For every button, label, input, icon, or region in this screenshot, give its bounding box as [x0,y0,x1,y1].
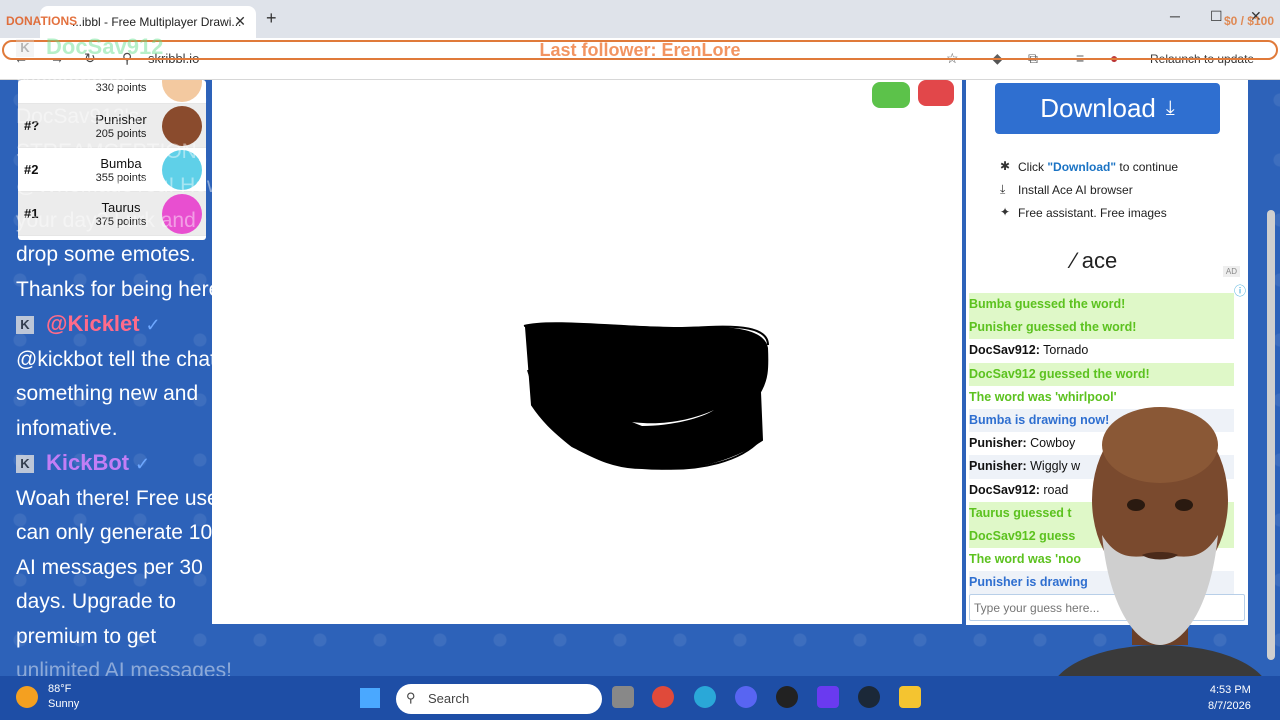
kick-message-line: your day? Lurk and [16,208,196,232]
download-icon: ⤓ [1165,97,1175,119]
weather-widget[interactable]: 88°F Sunny [48,682,79,712]
ad-line-1-highlight: "Download" [1047,160,1117,174]
chat-message: DocSav912: Tornado [969,339,1234,362]
kick-message-line: AI messages per 30 [16,555,203,579]
kick-message-line: can only generate 100 [16,521,224,544]
new-tab-icon[interactable]: + [266,8,277,29]
chat-text: Bumba guessed the word! [969,297,1126,311]
chat-message: DocSav912 guessed the word! [969,362,1234,386]
kick-chat-overlay: K DocSav912 Welcome to DocSav912's STREAM… [16,30,286,689]
ad-line-3: Free assistant. Free images [1018,206,1167,220]
taskbar-search[interactable]: ⚲ Search [396,684,602,714]
kick-message-line: infomative. [16,416,118,440]
search-icon: ⚲ [406,690,416,705]
weather-icon [16,686,38,708]
kick-message-line: @kickbot tell the chat [16,347,216,371]
sparkle-icon: ✦ [1000,205,1011,219]
kick-username: DocSav912 [46,34,164,59]
chat-text: Tornado [1039,343,1089,358]
search-label: Search [428,691,470,706]
chat-author: Punisher: [969,436,1027,451]
download-button[interactable]: Download ⤓ [995,83,1220,134]
start-icon[interactable] [360,688,380,708]
kick-message: K DocSav912 [16,30,286,66]
donation-goal: $0 / $100 [1223,14,1274,28]
chat-author: DocSav912: [969,482,1040,497]
verified-icon: ✓ [145,315,161,335]
download-small-icon: ⤓ [1000,182,1006,196]
kick-message: K KickBot ✓ [16,446,286,482]
clock-date: 8/7/2026 [1208,700,1251,712]
ace-brand: ace [1081,248,1118,273]
ad-line-1-post: to continue [1116,160,1179,174]
drawing-canvas[interactable] [212,80,962,624]
kick-message-line: premium to get [16,624,157,648]
kick-message: K @Kicklet ✓ [16,307,286,343]
kick-username: KickBot [46,450,130,475]
kick-message-line: DocSav912's [16,105,140,128]
kick-message-line: drop some emotes. [16,243,196,266]
kick-icon: K [16,316,34,335]
close-tab-icon[interactable]: ✕ [234,13,246,30]
kick-message-line: STREAMCEPTION, [16,139,203,163]
thumbs-up-icon[interactable] [872,82,910,108]
kick-message-line: Woah there! Free users [16,486,237,510]
chat-author: DocSav912: [969,343,1040,358]
kick-message-line: @WhoMadeYou! How's [16,174,237,197]
chat-message: Bumba guessed the word! [969,293,1234,317]
info-icon[interactable]: ⓘ [1234,282,1246,299]
download-label: Download [1040,93,1156,123]
chat-text: The word was 'whirlpool' [969,389,1117,404]
webcam-avatar [1050,407,1270,705]
ace-logo[interactable]: ⁄ ace [1072,248,1117,274]
chat-author: Punisher: [969,459,1027,474]
chrome-icon[interactable] [652,686,674,708]
taskbar: 88°F Sunny ⚲ Search 4:53 PM 8/7/2026 [0,676,1280,720]
minimize-icon[interactable]: ─ [1170,8,1180,24]
ad-badge: AD [1222,266,1240,277]
ad-line-1: Click "Download" to continue [1018,160,1178,174]
file-explorer-icon[interactable] [899,686,921,708]
weather-desc: Sunny [48,698,80,710]
ad-line-2: Install Ace AI browser [1018,183,1133,197]
ad-line-1-pre: Click [1018,160,1048,174]
maximize-icon[interactable]: ☐ [1210,8,1223,25]
kick-username: @Kicklet [46,311,140,336]
ace-logo-icon: ⁄ [1072,248,1082,273]
chat-text: DocSav912 guessed the word! [969,366,1150,381]
kick-message-line: Welcome to [16,70,127,94]
clock-time: 4:53 PM [1209,684,1251,696]
system-clock[interactable]: 4:53 PM 8/7/2026 [1208,682,1251,714]
obs-icon[interactable] [776,686,798,708]
edge-icon[interactable] [694,686,716,708]
cursor-click-icon: ✱ [1000,159,1011,173]
verified-icon: ✓ [134,454,151,474]
drawing-strokes [523,322,769,470]
kick-message-line: something new and [16,382,199,405]
kick-icon: K [16,39,34,58]
kick-message-line: days. Upgrade to [16,590,176,613]
chat-text: Punisher guessed the word! [969,320,1137,335]
settings-icon[interactable] [612,686,634,708]
app-icon[interactable] [817,686,839,708]
thumbs-down-icon[interactable] [918,80,954,106]
kick-message-line: Thanks for being here! [16,277,227,301]
donations-label: DONATIONS [6,14,78,28]
chat-message: Punisher guessed the word! [969,316,1234,340]
discord-icon[interactable] [735,686,757,708]
steam-icon[interactable] [858,686,880,708]
tab-title: ...ibbl - Free Multiplayer Drawi... [72,15,242,29]
kick-icon: K [16,455,34,474]
weather-temp: 88°F [48,683,72,695]
